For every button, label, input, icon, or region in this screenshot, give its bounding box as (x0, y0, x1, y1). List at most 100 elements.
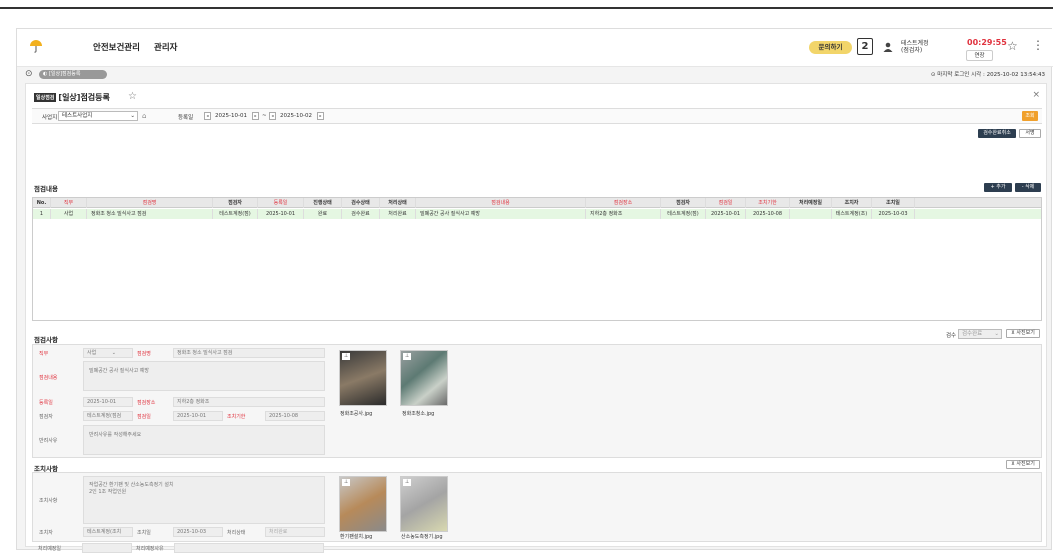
return-field[interactable]: 반려사유를 작성해주세요 (83, 425, 325, 455)
download-icon[interactable]: ⊥ (342, 479, 350, 486)
cell: 지하2층 정화조 (586, 209, 661, 219)
col-process[interactable]: 처리상태 (380, 198, 416, 208)
photo-view-label: 사진보기 (1016, 330, 1035, 336)
download-icon[interactable]: ⊥ (342, 353, 350, 360)
inspection-grid: No. 직무 점검명 점검자 등록일 진행상태 검수상태 처리상태 점검내용 점… (32, 197, 1042, 321)
bookmark-star-icon[interactable]: ☆ (128, 91, 137, 102)
calendar-icon[interactable]: 2 (857, 38, 873, 55)
col-job[interactable]: 직무 (51, 198, 87, 208)
deadline-field[interactable]: 2025-10-08 (265, 411, 325, 421)
close-icon[interactable]: × (1032, 90, 1040, 100)
chevron-down-icon: ⌄ (994, 331, 999, 337)
page-title-text: [일상]점검등록 (58, 93, 110, 102)
cell: 밀폐공간 공사 질식사고 예방 (416, 209, 586, 219)
home-icon[interactable]: ⌂ (142, 112, 146, 120)
table-row[interactable]: 1 사업 정화조 청소 밀식사고 점검 테스트계정(점) 2025-10-01 … (33, 209, 1041, 219)
date-from[interactable]: 2025-10-01 (215, 113, 247, 119)
favorite-star-icon[interactable]: ☆ (1007, 39, 1018, 53)
tab-label: [일상]점검등록 (48, 71, 81, 77)
col-place[interactable]: 점검장소 (586, 198, 661, 208)
app-title[interactable]: 안전보건관리 (93, 41, 140, 53)
date-to[interactable]: 2025-10-02 (280, 113, 312, 119)
col-action-date[interactable]: 조치일 (872, 198, 915, 208)
deadline-label: 조치기한 (227, 414, 246, 420)
cell: 검수완료 (342, 209, 380, 219)
inspection-photo-1[interactable]: ⊥ (339, 350, 387, 406)
inspection-form: 직무 사업 ⌄ 점검명 정화조 청소 밀식사고 점검 점검내용 밀폐공간 공사 … (32, 344, 1042, 458)
return-label: 반려사유 (39, 438, 58, 444)
col-no[interactable]: No. (33, 198, 51, 208)
content-field[interactable]: 밀폐공간 공사 질식사고 예방 (83, 361, 325, 391)
session-timer: 00:29:55 (967, 38, 1007, 47)
action-photo-view-button[interactable]: ⊻ 사진보기 (1006, 460, 1040, 469)
site-label: 사업지 (42, 115, 58, 121)
action-content-field[interactable]: 작업공간 환기팬 및 산소농도측정기 설치 2인 1조 작업인원 (83, 476, 325, 524)
more-menu-icon[interactable]: ⋮ (1032, 38, 1044, 52)
place-field[interactable]: 지하2층 정화조 (173, 397, 325, 407)
col-review[interactable]: 검수상태 (342, 198, 380, 208)
photo-caption: 환기팬설치.jpg (340, 534, 373, 540)
reg-date-field[interactable]: 2025-10-01 (83, 397, 133, 407)
inspection-photo-2[interactable]: ⊥ (400, 350, 448, 406)
action-photo-2[interactable]: ⊥ (400, 476, 448, 532)
col-insp-date[interactable]: 점검일 (706, 198, 746, 208)
search-button[interactable]: 조회 (1022, 111, 1038, 121)
tab-daily-inspection[interactable]: ◐ [일상]점검등록 (39, 70, 107, 79)
tab-bar: ⊙ ◐ [일상]점검등록 ⊙ 마지막 로그인 시각 : 2025-10-02 1… (17, 67, 1053, 82)
action-form: 조치사항 작업공간 환기팬 및 산소농도측정기 설치 2인 1조 작업인원 조치… (32, 472, 1042, 542)
action-photo-1[interactable]: ⊥ (339, 476, 387, 532)
job-select[interactable]: 사업 ⌄ (83, 348, 133, 358)
place-label: 점검장소 (137, 400, 156, 406)
sign-button[interactable]: 서명 (1019, 129, 1041, 138)
name-field[interactable]: 정화조 청소 밀식사고 점검 (173, 348, 325, 358)
user-role: (점검자) (901, 47, 923, 54)
page-title: 일상점검 [일상]점검등록 (34, 92, 110, 103)
cell: 사업 (51, 209, 87, 219)
status-label: 처리상태 (227, 530, 246, 536)
date-from-prev-icon[interactable]: ◂ (204, 112, 211, 120)
last-login: ⊙ 마지막 로그인 시각 : 2025-10-02 13:54:43 (930, 72, 1045, 78)
admin-menu[interactable]: 관리자 (154, 41, 177, 53)
user-info[interactable]: 테스트계정 (점검자) (901, 40, 929, 54)
cell: 1 (33, 209, 51, 219)
status-select[interactable]: 처리완료 (265, 527, 325, 537)
col-reg-date[interactable]: 등록일 (258, 198, 304, 208)
cell: 완료 (304, 209, 342, 219)
inquiry-button[interactable]: 문의하기 (809, 41, 852, 54)
date-to-next-icon[interactable]: ▸ (317, 112, 324, 120)
app-header: 안전보건관리 관리자 문의하기 2 테스트계정 (점검자) 00:29:55 연… (17, 29, 1053, 67)
photo-caption: 정화조공사.jpg (340, 411, 373, 417)
umbrella-logo-icon[interactable] (29, 39, 43, 53)
inspector-field[interactable]: 테스트계정(점검 (83, 411, 133, 421)
review-cancel-button[interactable]: 검수완료취소 (978, 129, 1016, 138)
insp-date-field[interactable]: 2025-10-01 (173, 411, 223, 421)
inspection-title: 점검사항 (34, 336, 58, 344)
col-deadline[interactable]: 조치기한 (746, 198, 790, 208)
extend-session-button[interactable]: 연장 (966, 50, 993, 61)
cell: 2025-10-01 (706, 209, 746, 219)
col-inspector2[interactable]: 점검자 (661, 198, 706, 208)
col-inspector[interactable]: 점검자 (213, 198, 258, 208)
add-button[interactable]: + 추가 (984, 183, 1012, 192)
date-from-next-icon[interactable]: ▸ (252, 112, 259, 120)
col-content[interactable]: 점검내용 (416, 198, 586, 208)
last-login-text: 마지막 로그인 시각 : 2025-10-02 13:54:43 (937, 72, 1045, 78)
review-select[interactable]: 검수완료 ⌄ (958, 329, 1002, 339)
user-name: 테스트계정 (901, 40, 929, 47)
col-actor[interactable]: 조치자 (832, 198, 872, 208)
col-plan-date[interactable]: 처리예정일 (790, 198, 832, 208)
actor-field[interactable]: 테스트계정(조치 (83, 527, 133, 537)
settings-icon[interactable]: ⊙ (25, 69, 33, 79)
action-date-field[interactable]: 2025-10-03 (173, 527, 223, 537)
download-icon[interactable]: ⊥ (403, 479, 411, 486)
download-icon[interactable]: ⊥ (403, 353, 411, 360)
delete-button[interactable]: - 삭제 (1015, 183, 1041, 192)
cell: 처리완료 (380, 209, 416, 219)
col-progress[interactable]: 진행상태 (304, 198, 342, 208)
col-name[interactable]: 점검명 (87, 198, 213, 208)
photo-view-button[interactable]: ⊻ 사진보기 (1006, 329, 1040, 338)
plan-date-label: 처리예정일 (38, 546, 62, 552)
action-date-label: 조치일 (137, 530, 151, 536)
site-select[interactable]: 테스트사업지 ⌄ (58, 111, 138, 121)
date-to-prev-icon[interactable]: ◂ (269, 112, 276, 120)
